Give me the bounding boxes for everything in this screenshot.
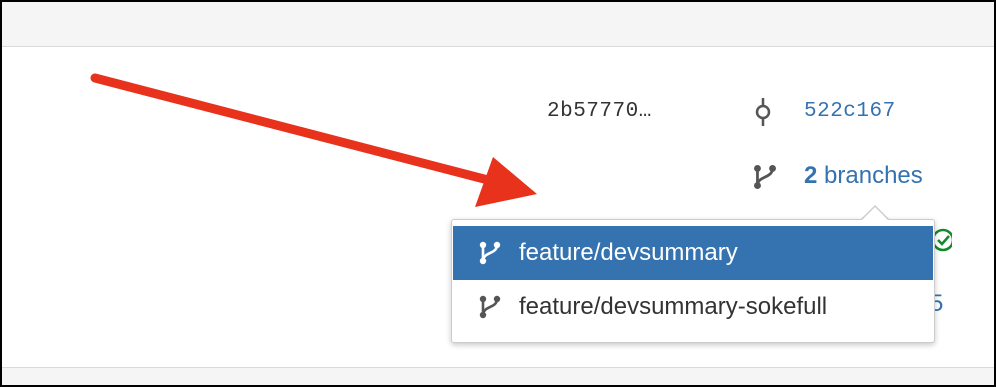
branches-link[interactable]: 2 branches <box>804 162 923 190</box>
dropdown-item-devsummary-sokefull[interactable]: feature/devsummary-sokefull <box>453 280 933 334</box>
branches-label: branches <box>824 162 923 189</box>
branches-dropdown: feature/devsummary feature/devsummary-so… <box>451 219 935 343</box>
git-branch-icon <box>754 164 776 190</box>
footer-bar <box>2 367 994 385</box>
dropdown-item-label: feature/devsummary-sokefull <box>519 293 828 320</box>
git-branch-icon <box>479 241 501 265</box>
dropdown-item-devsummary[interactable]: feature/devsummary <box>453 226 933 280</box>
dropdown-item-label: feature/devsummary <box>519 239 738 266</box>
commit-link[interactable]: 522c167 <box>804 100 896 123</box>
branch-count: 2 <box>804 162 818 189</box>
git-branch-icon <box>479 295 501 319</box>
header-bar <box>2 2 994 47</box>
git-commit-icon <box>755 98 771 126</box>
screenshot-frame: 2b57770… 522c167 2 branches 5 feature/de… <box>0 0 996 387</box>
dropdown-caret-fill <box>861 207 889 221</box>
commit-hash: 2b57770… <box>547 100 652 123</box>
